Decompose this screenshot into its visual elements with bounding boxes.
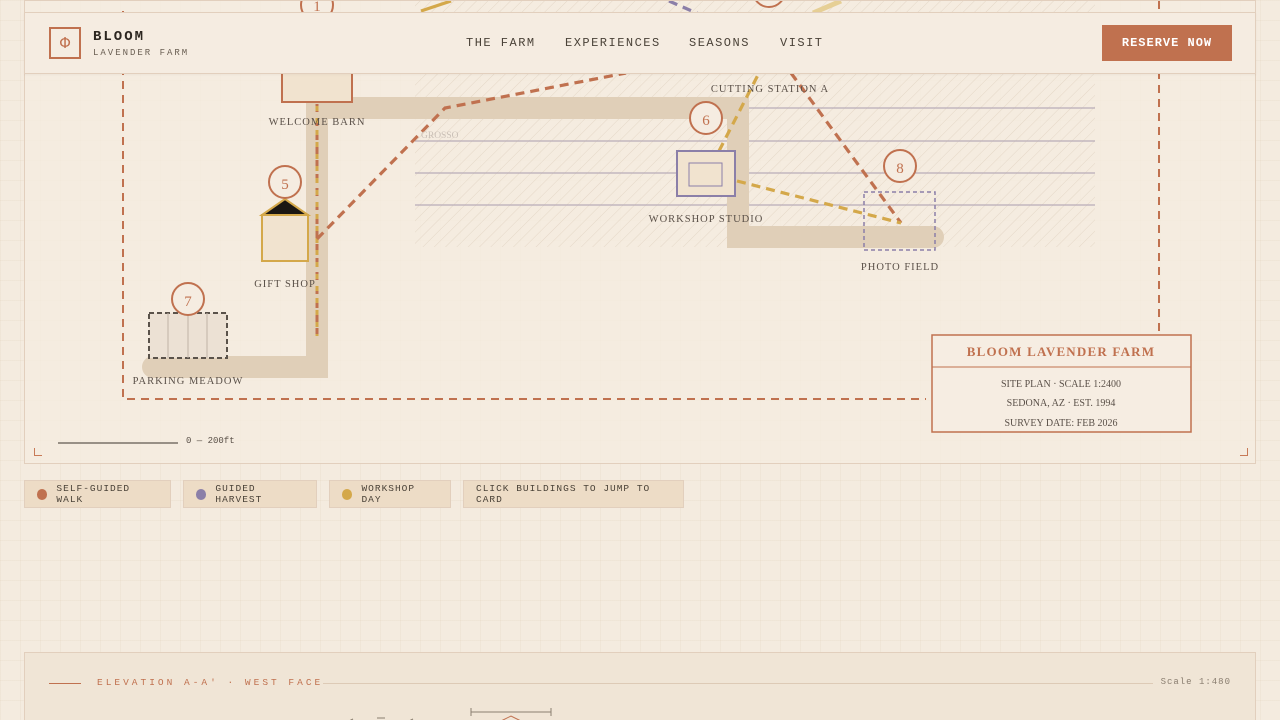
label-gift-shop: GIFT SHOP: [254, 279, 316, 290]
title-block-line1: SITE PLAN · SCALE 1:2400: [1001, 379, 1121, 390]
nav-seasons[interactable]: SEASONS: [689, 36, 750, 50]
logo-icon[interactable]: Φ: [49, 27, 81, 59]
nav-experiences[interactable]: EXPERIENCES: [565, 36, 661, 50]
title-block-line3: SURVEY DATE: FEB 2026: [1004, 418, 1117, 429]
label-parking-meadow: PARKING MEADOW: [133, 376, 244, 387]
corner-mark-bl: [34, 448, 42, 456]
parking-meadow-building[interactable]: [148, 312, 228, 359]
elevation-section: ELEVATION A-A' · WEST FACE Scale 1:480: [24, 652, 1256, 720]
legend-self-guided-walk[interactable]: SELF-GUIDED WALK: [24, 480, 171, 508]
top-navbar: Φ BLOOM LAVENDER FARM THE FARM EXPERIENC…: [24, 12, 1256, 74]
marker-5[interactable]: 5: [268, 165, 302, 199]
title-block: BLOOM LAVENDER FARM SITE PLAN · SCALE 1:…: [931, 334, 1192, 433]
legend-label: SELF-GUIDED WALK: [56, 483, 131, 505]
svg-text:6: 6: [702, 113, 710, 129]
lavender-dot-icon: [196, 488, 207, 500]
map-hint-text: CLICK BUILDINGS TO JUMP TO CARD: [476, 483, 651, 505]
legend-label: GUIDED HARVEST: [215, 483, 263, 505]
welcome-barn-building[interactable]: [281, 70, 353, 103]
svg-text:7: 7: [184, 294, 192, 310]
legend-guided-harvest[interactable]: GUIDED HARVEST: [183, 480, 317, 508]
workshop-studio-building[interactable]: [676, 150, 736, 197]
terracotta-dot-icon: [37, 488, 48, 500]
marker-7[interactable]: 7: [171, 282, 205, 316]
marker-8[interactable]: 8: [883, 149, 917, 183]
brand-name[interactable]: BLOOM: [93, 29, 145, 45]
svg-text:5: 5: [281, 177, 289, 193]
label-workshop-studio: WORKSHOP STUDIO: [649, 214, 764, 225]
legend-label: WORKSHOP DAY: [361, 483, 416, 505]
brand-subtitle: LAVENDER FARM: [93, 48, 190, 58]
label-cutting-station: CUTTING STATION A: [711, 84, 829, 95]
map-hint: CLICK BUILDINGS TO JUMP TO CARD: [463, 480, 684, 508]
label-welcome-barn: WELCOME BARN: [269, 117, 366, 128]
nav-visit[interactable]: VISIT: [780, 36, 824, 50]
scale-bar-label: 0 — 200ft: [186, 436, 235, 446]
svg-text:8: 8: [896, 161, 904, 177]
gold-dot-icon: [342, 488, 353, 500]
label-photo-field: PHOTO FIELD: [861, 262, 939, 273]
corner-mark-br: [1240, 448, 1248, 456]
gift-shop-building[interactable]: [258, 197, 312, 262]
nav-the-farm[interactable]: THE FARM: [466, 36, 536, 50]
title-block-heading: BLOOM LAVENDER FARM: [967, 344, 1155, 359]
elevation-drawing: [349, 708, 552, 720]
title-block-line2: SEDONA, AZ · EST. 1994: [1007, 398, 1116, 409]
legend-workshop-day[interactable]: WORKSHOP DAY: [329, 480, 451, 508]
reserve-now-button[interactable]: RESERVE NOW: [1102, 25, 1232, 61]
label-grosso: GROSSO: [421, 131, 459, 141]
marker-6[interactable]: 6: [689, 101, 723, 135]
